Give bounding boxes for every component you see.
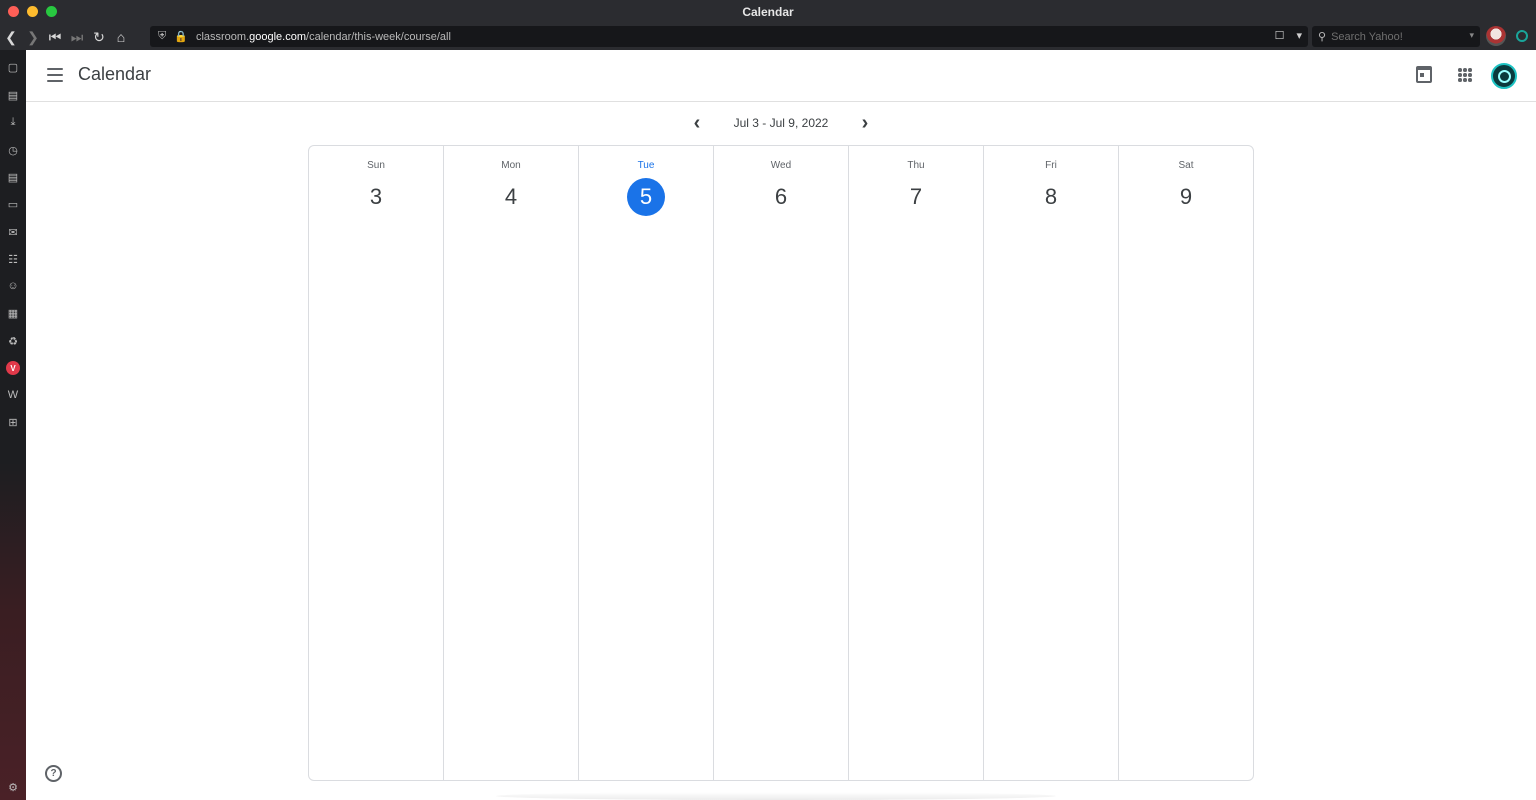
day-name: Sun: [367, 160, 385, 171]
app-header: Calendar: [26, 50, 1536, 102]
window-controls: [8, 6, 57, 17]
feeds-icon[interactable]: ☷: [6, 252, 20, 266]
user-avatar[interactable]: [1491, 63, 1517, 89]
bookmarks-panel-icon[interactable]: ▢: [6, 60, 20, 74]
translate-icon[interactable]: ♻: [6, 334, 20, 348]
bookmark-icon[interactable]: ☐: [1275, 29, 1285, 42]
home-icon: ⌂: [116, 29, 126, 45]
chevron-right-icon: ❯: [27, 28, 39, 45]
day-column-fri[interactable]: Fri 8: [984, 146, 1119, 780]
address-bar-actions: ☐ ▾: [1275, 29, 1302, 42]
calendar-page: Calendar ‹ Jul 3 - Jul 9, 2022 › Sun 3 M…: [26, 50, 1536, 800]
skip-back-icon: ⏮: [48, 28, 62, 45]
day-name: Tue: [637, 160, 655, 171]
day-number: 9: [1179, 184, 1193, 209]
browser-side-panel: ▢ ▤ ⤓ ◷ ▤ ▭ ✉ ☷ ☺ ▦ ♻ V W ⊞ ⚙: [0, 50, 26, 800]
week-grid: Sun 3 Mon 4 Tue 5 Wed 6 Thu 7 Fri 8 Sat …: [308, 145, 1254, 781]
previous-week-button[interactable]: ‹: [686, 112, 708, 134]
vivaldi-logo-icon[interactable]: V: [6, 361, 20, 375]
day-number: 4: [504, 184, 518, 209]
shield-icon[interactable]: ⛨: [158, 30, 166, 43]
chevron-left-icon: ❮: [5, 28, 17, 45]
today-day-number: 5: [627, 178, 665, 216]
settings-icon[interactable]: ⚙: [6, 780, 20, 794]
rewind-button[interactable]: ⏮: [44, 26, 66, 48]
reload-button[interactable]: ↻: [88, 26, 110, 48]
day-column-tue-today[interactable]: Tue 5: [579, 146, 714, 780]
search-placeholder: Search Yahoo!: [1331, 30, 1403, 43]
browser-profile-avatar[interactable]: [1486, 26, 1506, 46]
day-name: Mon: [501, 160, 521, 171]
lock-icon[interactable]: 🔒: [174, 30, 188, 43]
url-prefix: classroom.: [195, 30, 250, 43]
url-host: google.com: [249, 30, 307, 43]
help-icon[interactable]: ?: [45, 765, 62, 782]
browser-toolbar: ❮ ❯ ⏮ ⏭ ↻ ⌂ ⛨ 🔒 classroom.google.com/cal…: [0, 24, 1536, 50]
day-name: Fri: [1045, 160, 1057, 171]
url-text[interactable]: classroom.google.com/calendar/this-week/…: [196, 31, 451, 43]
week-range-label: Jul 3 - Jul 9, 2022: [733, 116, 829, 130]
dropdown-caret-icon[interactable]: ▾: [1296, 29, 1302, 42]
day-column-sun[interactable]: Sun 3: [309, 146, 444, 780]
address-bar[interactable]: ⛨ 🔒 classroom.google.com/calendar/this-w…: [150, 26, 1308, 47]
search-icon: ⚲: [1318, 31, 1327, 43]
search-engine-dropdown-icon[interactable]: ▾: [1469, 30, 1474, 41]
zoom-window-button[interactable]: [46, 6, 57, 17]
extension-icon[interactable]: [1516, 30, 1528, 42]
bottom-shadow: [496, 792, 1056, 800]
close-window-button[interactable]: [8, 6, 19, 17]
day-number: 6: [774, 184, 788, 209]
day-column-sat[interactable]: Sat 9: [1119, 146, 1253, 780]
day-column-wed[interactable]: Wed 6: [714, 146, 849, 780]
minimize-window-button[interactable]: [27, 6, 38, 17]
forward-button[interactable]: ❯: [22, 26, 44, 48]
home-button[interactable]: ⌂: [110, 26, 132, 48]
day-number: 3: [369, 184, 383, 209]
calendar-icon[interactable]: [1416, 66, 1432, 83]
chevron-right-icon: ›: [861, 111, 869, 134]
day-name: Sat: [1178, 160, 1194, 171]
day-name: Thu: [907, 160, 925, 171]
chevron-left-icon: ‹: [693, 111, 701, 134]
day-column-thu[interactable]: Thu 7: [849, 146, 984, 780]
hamburger-menu-icon[interactable]: [47, 68, 63, 82]
skip-forward-icon: ⏭: [70, 28, 84, 45]
mail-icon[interactable]: ✉: [6, 225, 20, 239]
wikipedia-icon[interactable]: W: [6, 388, 20, 402]
day-column-mon[interactable]: Mon 4: [444, 146, 579, 780]
window-title: Calendar: [742, 5, 794, 19]
fast-forward-button[interactable]: ⏭: [66, 26, 88, 48]
apps-grid-icon[interactable]: [1458, 68, 1472, 82]
notes-icon[interactable]: ▤: [6, 170, 20, 184]
history-icon[interactable]: ◷: [6, 143, 20, 157]
search-field[interactable]: ⚲ Search Yahoo! ▾: [1312, 26, 1480, 47]
next-week-button[interactable]: ›: [854, 112, 876, 134]
reading-list-icon[interactable]: ▤: [6, 88, 20, 102]
add-panel-icon[interactable]: ⊞: [6, 415, 20, 429]
contacts-icon[interactable]: ☺: [6, 279, 20, 293]
day-name: Wed: [770, 160, 792, 171]
page-title: Calendar: [78, 64, 152, 84]
back-button[interactable]: ❮: [0, 26, 22, 48]
week-navigator: ‹ Jul 3 - Jul 9, 2022 ›: [686, 112, 876, 134]
reload-icon: ↻: [93, 28, 105, 45]
day-number: 8: [1044, 184, 1058, 209]
downloads-icon[interactable]: ⤓: [6, 115, 20, 129]
calendar-panel-icon[interactable]: ▦: [6, 306, 20, 320]
window-titlebar: Calendar: [0, 0, 1536, 24]
url-path: /calendar/this-week/course/all: [306, 30, 451, 43]
window-panel-icon[interactable]: ▭: [6, 197, 20, 211]
day-number: 7: [909, 184, 923, 209]
